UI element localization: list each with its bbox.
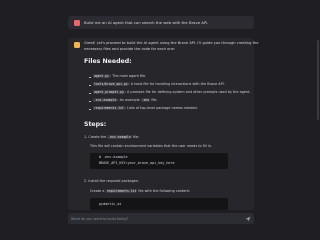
- step-number: 2.: [84, 179, 88, 183]
- code-block-env: # .env.example BRAVE_API_KEY=your_brave_…: [90, 153, 228, 169]
- file-desc: : Lists of top-level package names neede…: [124, 106, 198, 110]
- prompt-input-bar: [68, 213, 254, 224]
- chat-log: Build me an AI agent that can search the…: [0, 0, 320, 210]
- file-name: agent.py: [93, 74, 110, 78]
- files-heading: Files Needed:: [84, 58, 132, 65]
- step-1-description: This file will contain environment varia…: [90, 144, 212, 148]
- file-name: .env.example: [107, 135, 132, 139]
- step-1: 1. Create the .env.example file:: [84, 135, 139, 140]
- list-bullet: [89, 100, 91, 102]
- file-desc: file.: [150, 98, 158, 102]
- user-message: Build me an AI agent that can search the…: [68, 16, 254, 29]
- chat-app: Build me an AI agent that can search the…: [0, 0, 320, 240]
- assistant-intro-line-1: Great! Let's proceed to build the AI age…: [84, 41, 259, 45]
- send-button[interactable]: [245, 216, 251, 222]
- step-text: file:: [131, 135, 140, 139]
- assistant-intro-line-2: necessary files and provide the code for…: [84, 47, 176, 51]
- code-line: pydantic_ai: [99, 202, 122, 206]
- step-text: Create the: [88, 135, 108, 139]
- file-desc: : The main agent file.: [109, 74, 147, 78]
- file-item: agent.py: The main agent file.: [93, 74, 146, 79]
- chat-scrollbar[interactable]: [317, 40, 319, 120]
- file-desc: : A prompts file for defining system and…: [124, 90, 251, 94]
- code-line: BRAVE_API_KEY=your_brave_api_key_here: [99, 160, 175, 165]
- file-item: agent_prompts.py: A prompts file for def…: [93, 90, 251, 95]
- assistant-avatar-icon: [74, 42, 80, 48]
- prompt-input[interactable]: [71, 213, 241, 224]
- file-item: .env.example: An example .env file.: [93, 98, 158, 103]
- file-desc: : An example: [117, 98, 141, 102]
- step-2: 2. Install the required packages:: [84, 179, 139, 184]
- file-name: .env.example: [93, 98, 118, 102]
- assistant-message: Great! Let's proceed to build the AI age…: [68, 38, 258, 210]
- user-avatar-icon: [74, 19, 80, 26]
- file-name: tools/brave_api.py: [93, 82, 129, 86]
- list-bullet: [89, 84, 91, 86]
- file-item: tools/brave_api.py: A tools file for han…: [93, 82, 225, 87]
- file-item: requirements.txt: Lists of top-level pac…: [93, 106, 198, 111]
- step-3: Create a requirements.txt file with the …: [90, 189, 190, 194]
- user-message-text: Build me an AI agent that can search the…: [84, 20, 209, 25]
- steps-heading: Steps:: [84, 121, 107, 128]
- step-text: Install the required packages:: [88, 179, 139, 183]
- file-name: requirements.txt: [93, 106, 125, 110]
- list-bullet: [89, 92, 91, 94]
- list-bullet: [89, 108, 91, 110]
- file-name: agent_prompts.py: [93, 90, 125, 94]
- step-text: Create a: [90, 189, 106, 193]
- file-name: requirements.txt: [105, 189, 138, 193]
- file-desc: : A tools file for handling interactions…: [128, 82, 225, 86]
- file-name: .env: [140, 98, 151, 102]
- send-arrow-icon: [245, 216, 251, 221]
- code-line: # .env.example: [99, 155, 128, 159]
- list-bullet: [89, 76, 91, 78]
- step-number: 1.: [84, 135, 88, 139]
- code-block-requirements: pydantic_ai: [90, 198, 228, 210]
- step-text: file with the following content:: [137, 189, 190, 193]
